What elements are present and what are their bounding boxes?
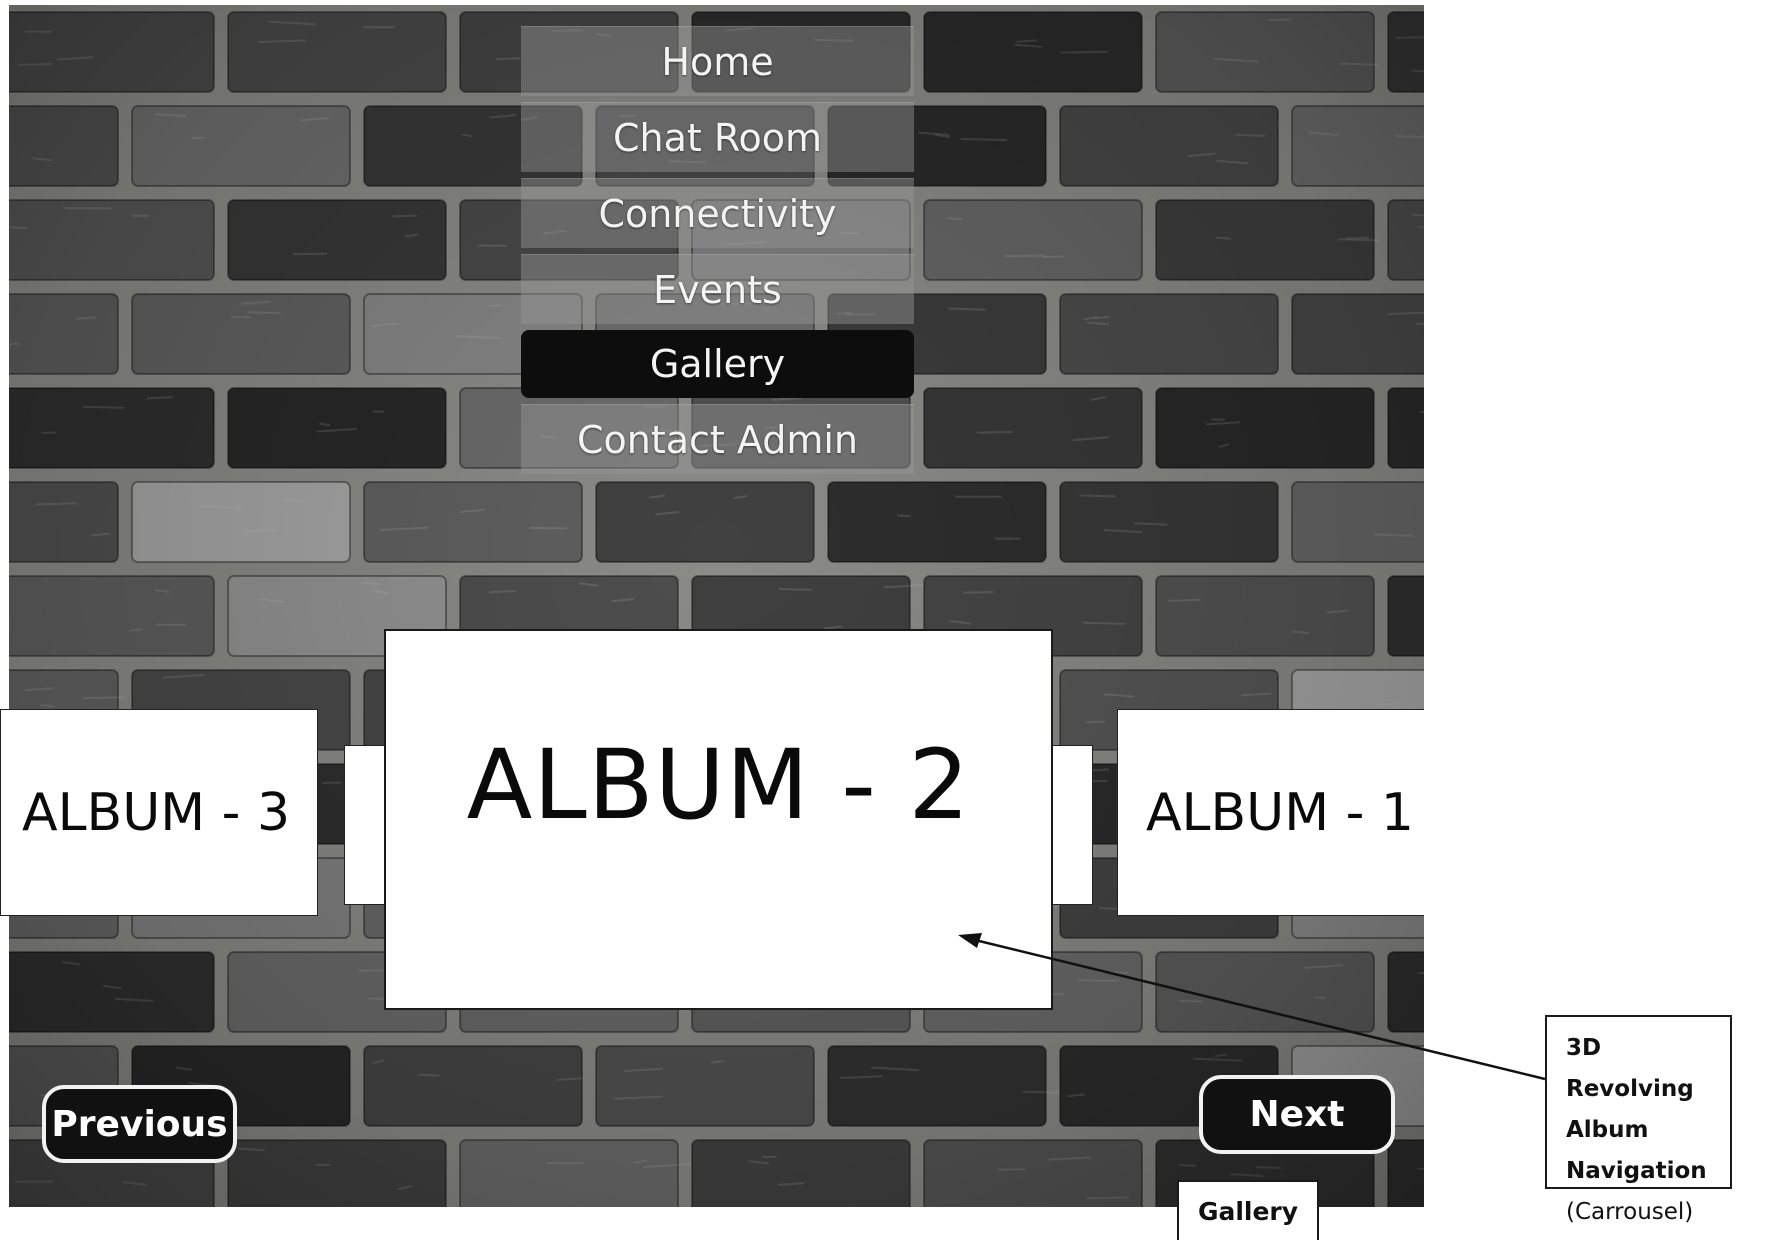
nav-item-events[interactable]: Events <box>521 254 914 324</box>
page-label-tag: Gallery <box>1177 1180 1319 1240</box>
nav-item-gallery[interactable]: Gallery <box>521 330 914 398</box>
album-card-right[interactable]: ALBUM - 1 <box>1117 709 1424 916</box>
nav-item-chat-room[interactable]: Chat Room <box>521 102 914 172</box>
album-left-title: ALBUM - 3 <box>22 782 291 843</box>
album-card-back-right[interactable] <box>1051 745 1093 905</box>
brick-wall-background: Home Chat Room Connectivity Events Galle… <box>9 5 1424 1207</box>
annotation-callout: 3D Revolving Album Navigation (Carrousel… <box>1545 1015 1732 1225</box>
album-card-left[interactable]: ALBUM - 3 <box>0 709 318 916</box>
album-center-title: ALBUM - 2 <box>466 729 971 841</box>
annotation-line-2: Album <box>1566 1117 1649 1143</box>
next-button[interactable]: Next <box>1199 1075 1395 1154</box>
album-card-center[interactable]: ALBUM - 2 <box>384 629 1053 1010</box>
album-right-title: ALBUM - 1 <box>1145 782 1414 843</box>
nav-item-home[interactable]: Home <box>521 26 914 96</box>
annotation-line-1: 3D Revolving <box>1566 1035 1694 1102</box>
nav-item-connectivity[interactable]: Connectivity <box>521 178 914 248</box>
previous-button[interactable]: Previous <box>42 1085 237 1163</box>
annotation-line-4: (Carrousel) <box>1566 1199 1694 1225</box>
album-card-back-left[interactable] <box>344 745 386 905</box>
main-navigation: Home Chat Room Connectivity Events Galle… <box>521 26 914 480</box>
annotation-line-3: Navigation <box>1566 1158 1707 1184</box>
nav-item-contact-admin[interactable]: Contact Admin <box>521 404 914 474</box>
